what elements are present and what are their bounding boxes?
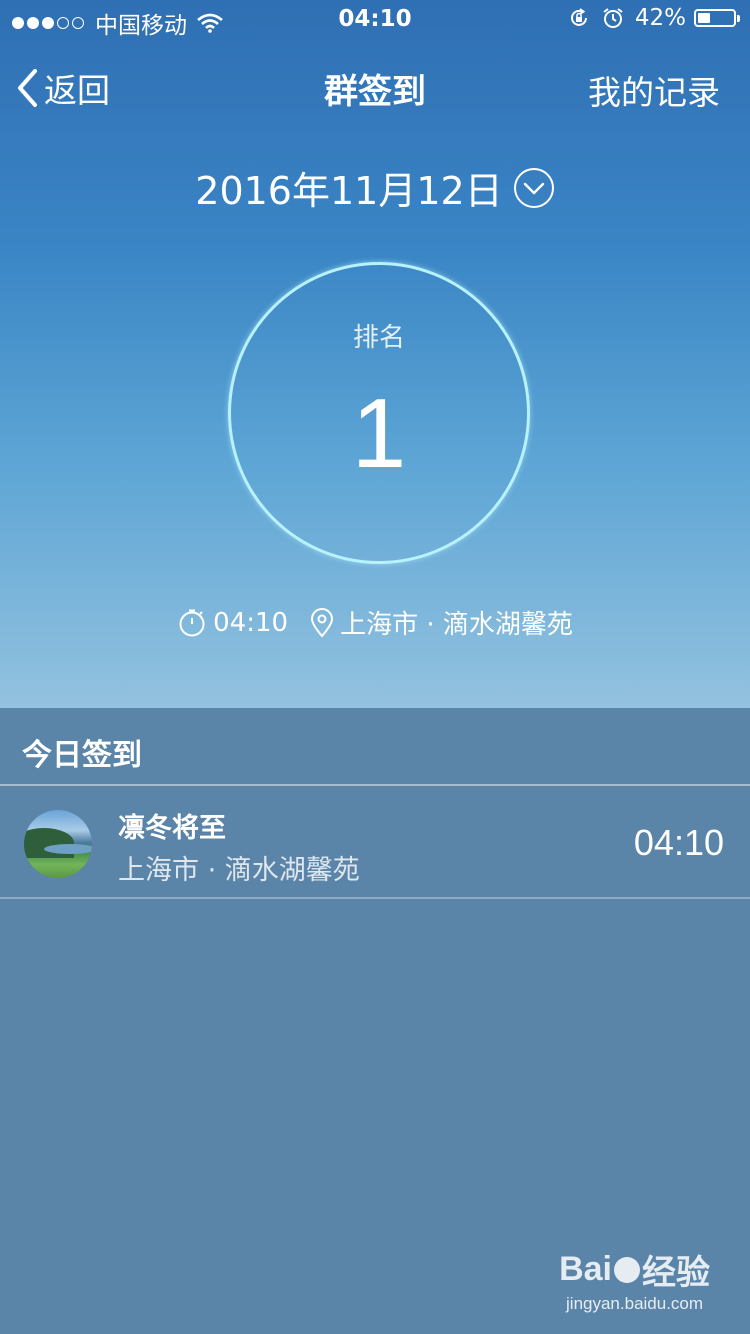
checkin-time: 04:10 bbox=[177, 608, 288, 638]
date-selector[interactable]: 2016年11月12日 bbox=[0, 160, 750, 215]
checkin-location: 上海市 · 滴水湖馨苑 bbox=[310, 604, 573, 641]
paw-icon bbox=[614, 1256, 640, 1283]
avatar bbox=[24, 810, 92, 878]
alarm-icon bbox=[603, 8, 623, 28]
watermark-url: jingyan.baidu.com bbox=[566, 1294, 704, 1313]
battery-icon bbox=[694, 9, 740, 27]
rank-label: 排名 bbox=[352, 323, 405, 353]
watermark: Bai 经验 jingyan.baidu.com bbox=[559, 1245, 710, 1314]
today-section-header: 今日签到 bbox=[0, 708, 750, 786]
section-title: 今日签到 bbox=[22, 738, 142, 773]
status-bar: 中国移动 04:10 42% bbox=[0, 0, 750, 40]
my-records-button[interactable]: 我的记录 bbox=[588, 66, 720, 114]
member-time: 04:10 bbox=[633, 822, 724, 863]
stopwatch-icon bbox=[179, 609, 205, 636]
status-right: 42% bbox=[567, 5, 740, 31]
member-name: 凛冬将至 bbox=[118, 813, 226, 844]
checkin-meta: 04:10 上海市 · 滴水湖馨苑 bbox=[0, 604, 750, 641]
location-pin-icon bbox=[311, 607, 334, 637]
chevron-down-circle-icon bbox=[513, 167, 554, 208]
rank-circle: 排名 1 bbox=[228, 262, 530, 564]
date-label: 2016年11月12日 bbox=[195, 169, 503, 213]
watermark-logo: Bai 经验 bbox=[559, 1250, 710, 1292]
rank-value: 1 bbox=[351, 378, 407, 488]
navigation-bar: 返回 群签到 我的记录 bbox=[0, 52, 750, 116]
list-item[interactable]: 凛冬将至 上海市 · 滴水湖馨苑 04:10 bbox=[0, 786, 750, 899]
member-location: 上海市 · 滴水湖馨苑 bbox=[118, 855, 360, 886]
checkin-time-value: 04:10 bbox=[213, 607, 289, 638]
rotation-lock-icon bbox=[570, 8, 587, 26]
checkin-location-value: 上海市 · 滴水湖馨苑 bbox=[340, 610, 573, 640]
battery-percent: 42% bbox=[634, 5, 686, 31]
